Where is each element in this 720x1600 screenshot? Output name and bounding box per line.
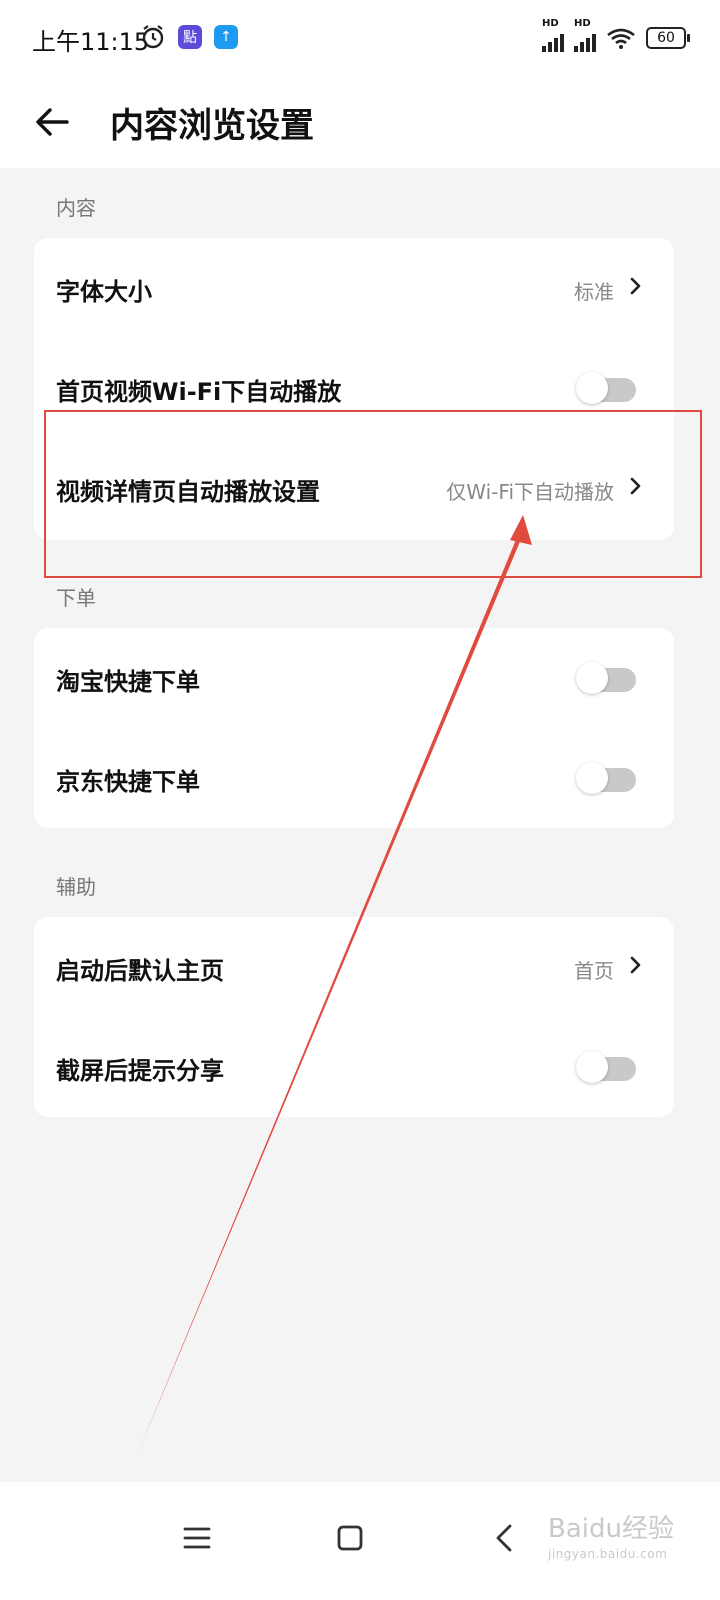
menu-icon bbox=[183, 1527, 211, 1549]
back-nav-button[interactable] bbox=[474, 1508, 534, 1568]
watermark-url: jingyan.baidu.com bbox=[548, 1547, 668, 1561]
menu-button[interactable] bbox=[167, 1508, 227, 1568]
chevron-left-icon bbox=[496, 1524, 512, 1552]
home-square-icon bbox=[337, 1525, 363, 1551]
home-button[interactable] bbox=[320, 1508, 380, 1568]
baidu-watermark: Baidu经验 jingyan.baidu.com bbox=[548, 1508, 674, 1561]
annotation-arrow-icon bbox=[137, 515, 532, 1455]
watermark-text: Baidu经验 bbox=[548, 1514, 674, 1544]
